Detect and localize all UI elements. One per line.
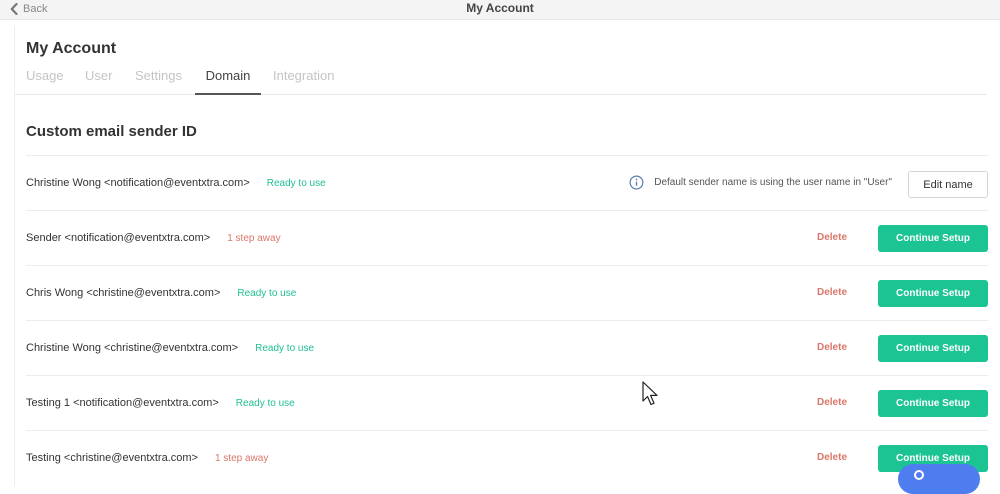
info-text: Default sender name is using the user na… <box>654 177 892 188</box>
mouse-pointer-icon <box>642 381 658 406</box>
top-bar: Back My Account <box>0 0 1000 20</box>
sender-cell: Sender <notification@eventxtra.com> 1 st… <box>26 232 281 244</box>
sender-cell: Christine Wong <notification@eventxtra.c… <box>26 177 326 189</box>
continue-setup-button[interactable]: Continue Setup <box>878 390 988 417</box>
section-title: Custom email sender ID <box>26 123 197 140</box>
page-title: My Account <box>26 40 117 57</box>
delete-button[interactable]: Delete <box>817 397 847 408</box>
continue-setup-button[interactable]: Continue Setup <box>878 335 988 362</box>
tab-domain[interactable]: Domain <box>195 68 261 95</box>
window-title: My Account <box>466 1 534 15</box>
info-circle-icon <box>629 175 644 190</box>
sender-cell: Testing 1 <notification@eventxtra.com> R… <box>26 397 295 409</box>
sender-name: Christine Wong <christine@eventxtra.com> <box>26 342 239 354</box>
continue-setup-button[interactable]: Continue Setup <box>878 225 988 252</box>
sender-name: Christine Wong <notification@eventxtra.c… <box>26 177 250 189</box>
delete-button[interactable]: Delete <box>817 287 847 298</box>
sender-row: Testing <christine@eventxtra.com> 1 step… <box>26 430 988 485</box>
delete-button[interactable]: Delete <box>817 342 847 353</box>
chat-button[interactable] <box>898 464 980 494</box>
sender-row: Christine Wong <notification@eventxtra.c… <box>26 155 988 210</box>
sender-row: Sender <notification@eventxtra.com> 1 st… <box>26 210 988 265</box>
status-badge: Ready to use <box>237 288 297 299</box>
sender-row: Testing 1 <notification@eventxtra.com> R… <box>26 375 988 430</box>
edit-name-button[interactable]: Edit name <box>908 171 988 198</box>
tab-settings[interactable]: Settings <box>135 68 182 83</box>
sender-row: Chris Wong <christine@eventxtra.com> Rea… <box>26 265 988 320</box>
status-badge: 1 step away <box>227 233 281 244</box>
sender-list: Christine Wong <notification@eventxtra.c… <box>26 155 988 485</box>
sender-cell: Chris Wong <christine@eventxtra.com> Rea… <box>26 287 296 299</box>
tab-user[interactable]: User <box>85 68 112 83</box>
delete-button[interactable]: Delete <box>817 452 847 463</box>
sender-name: Testing <christine@eventxtra.com> <box>26 452 198 464</box>
status-badge: Ready to use <box>266 178 326 189</box>
info-message: Default sender name is using the user na… <box>629 175 892 190</box>
tab-bar: Usage User Settings Domain Integration <box>15 64 987 95</box>
sender-name: Sender <notification@eventxtra.com> <box>26 232 211 244</box>
account-card: My Account Usage User Settings Domain In… <box>14 26 1000 486</box>
sender-name: Chris Wong <christine@eventxtra.com> <box>26 287 221 299</box>
status-badge: Ready to use <box>255 343 315 354</box>
tab-integration[interactable]: Integration <box>273 68 334 83</box>
status-badge: 1 step away <box>214 453 269 464</box>
continue-setup-button[interactable]: Continue Setup <box>878 280 988 307</box>
status-badge: Ready to use <box>235 398 295 409</box>
sender-name: Testing 1 <notification@eventxtra.com> <box>26 397 219 409</box>
tab-usage[interactable]: Usage <box>26 68 64 83</box>
sender-cell: Christine Wong <christine@eventxtra.com>… <box>26 342 314 354</box>
delete-button[interactable]: Delete <box>817 232 847 243</box>
chat-bubble-icon <box>914 470 924 480</box>
sender-cell: Testing <christine@eventxtra.com> 1 step… <box>26 452 268 464</box>
sender-row: Christine Wong <christine@eventxtra.com>… <box>26 320 988 375</box>
